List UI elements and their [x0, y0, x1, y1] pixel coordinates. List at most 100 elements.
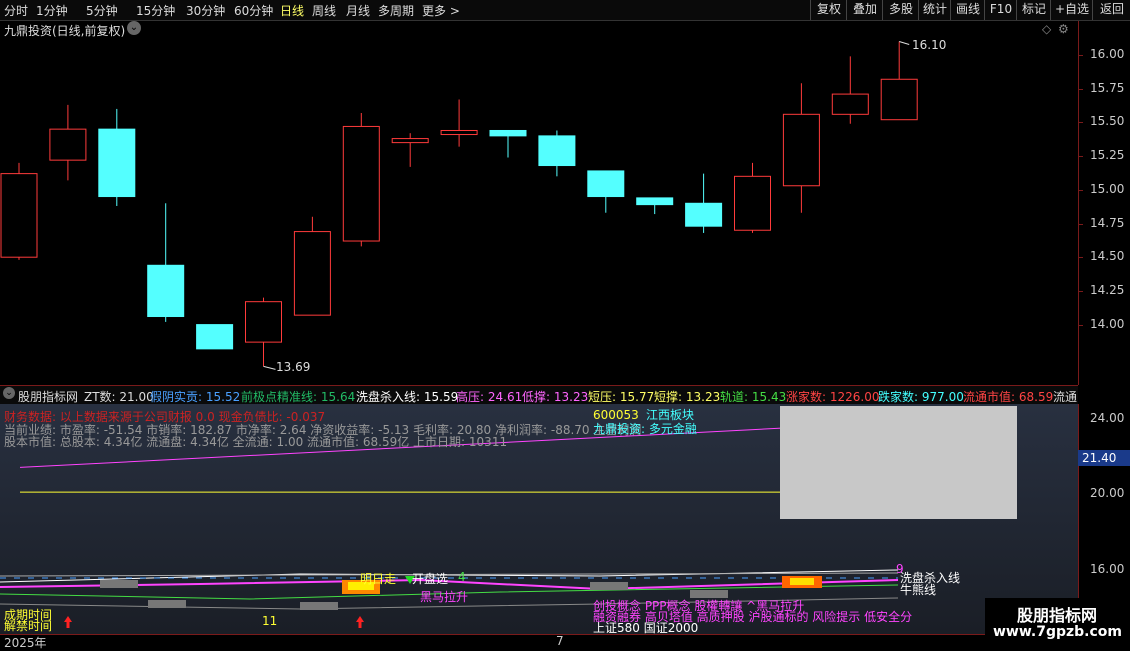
buy-arrow	[64, 616, 72, 628]
indicator-liutong: 流通	[1053, 390, 1078, 404]
price-axis-label: 14.75	[1090, 215, 1125, 230]
candle-body	[196, 324, 234, 350]
indicator-axis-label-24: 24.00	[1090, 411, 1125, 425]
signal-4: 4	[458, 570, 466, 584]
indicator-xipan: 洗盘杀入线: 15.59	[356, 390, 459, 404]
price-axis-tick	[1078, 257, 1083, 259]
candlestick-chart[interactable]	[0, 21, 1078, 385]
price-axis-tick	[1078, 290, 1083, 292]
line-label-niuxiong: 牛熊线	[900, 583, 937, 597]
price-axis-label: 14.50	[1090, 249, 1125, 264]
stats-button[interactable]: 统计	[918, 0, 951, 20]
signal-mingri: 明日走	[360, 572, 397, 586]
current-value-badge: 21.40	[1078, 450, 1130, 466]
price-axis-label: 15.00	[1090, 181, 1125, 196]
indicator-guidao: 轨道: 15.43	[720, 390, 787, 404]
period-toolbar: 分时 1分钟 5分钟 15分钟 30分钟 60分钟 日线 周线 月线 多周期 更…	[0, 0, 1130, 21]
indicator-axis-label-20: 20.00	[1090, 486, 1125, 500]
f10-button[interactable]: F10	[984, 0, 1017, 20]
period-tab-weekly[interactable]: 周线	[312, 2, 336, 19]
indicator-zhangjiashu: 涨家数: 1226.00	[786, 390, 880, 404]
price-axis-tick	[1078, 324, 1083, 326]
fuquan-button[interactable]: 复权	[810, 0, 847, 20]
ma-line	[0, 572, 899, 577]
price-axis-tick	[1078, 122, 1083, 124]
period-tab-15min[interactable]: 15分钟	[136, 2, 175, 19]
signal-kaipan: 开盘选	[412, 572, 449, 586]
multi-stock-button[interactable]: 多股	[882, 0, 919, 20]
indicator-gaoya: 高压: 24.61	[456, 390, 523, 404]
indicator-duancheng: 短撑: 13.23	[654, 390, 721, 404]
price-axis-tick	[1078, 223, 1083, 225]
candle-body	[880, 78, 918, 121]
candle-body	[49, 128, 87, 161]
candle-body	[587, 170, 625, 198]
watermark-url: www.7gpzb.com	[993, 624, 1123, 640]
low-price-label: 13.69	[276, 360, 311, 374]
jiejin-time-label[interactable]: 解禁时间	[4, 617, 52, 634]
date-axis	[0, 634, 985, 651]
price-axis-tick	[1078, 88, 1083, 90]
date-axis-tick-7: 7	[556, 634, 564, 648]
period-tab-1min[interactable]: 1分钟	[36, 2, 68, 19]
candle-body	[440, 129, 478, 136]
price-axis-label: 14.00	[1090, 316, 1125, 331]
indicator-jiayin: 假阴实贡: 15.52	[150, 390, 241, 404]
candle-body	[293, 231, 331, 316]
price-axis-label: 14.25	[1090, 282, 1125, 297]
candle-body	[685, 202, 723, 227]
mark-button[interactable]: 标记	[1016, 0, 1051, 20]
price-axis-tick	[1078, 189, 1083, 191]
period-tab-30min[interactable]: 30分钟	[186, 2, 225, 19]
indicator-name[interactable]: 股朋指标网	[18, 388, 78, 405]
volume-block	[100, 580, 138, 588]
price-axis-label: 15.50	[1090, 114, 1125, 129]
signal-heima: 黑马拉升	[420, 590, 469, 604]
candle-body	[782, 113, 820, 187]
period-tab-multi[interactable]: 多周期	[378, 2, 414, 19]
hot-zone-core	[790, 578, 814, 585]
indicator-duanya: 短压: 15.77	[588, 390, 655, 404]
low-pointer	[263, 365, 276, 370]
collapse-icon[interactable]: ⌄	[3, 387, 15, 399]
candle-body	[391, 138, 429, 144]
volume-block	[300, 602, 338, 610]
high-price-label: 16.10	[912, 38, 947, 52]
indicator-axis-label-16: 16.00	[1090, 562, 1125, 576]
indicator-diejiashu: 跌家数: 977.00	[878, 390, 964, 404]
period-tab-more[interactable]: 更多 >	[422, 2, 460, 19]
price-axis-label: 16.00	[1090, 47, 1125, 61]
period-tab-monthly[interactable]: 月线	[346, 2, 370, 19]
watermark-box: 股朋指标网 www.7gpzb.com	[985, 598, 1130, 650]
candle-body	[831, 93, 869, 115]
period-tab-daily[interactable]: 日线	[280, 2, 304, 19]
candle-body	[734, 175, 771, 231]
price-axis-tick	[1078, 156, 1083, 158]
candle-body	[98, 128, 136, 198]
price-axis-tick	[1078, 55, 1083, 56]
candle-body	[489, 129, 527, 137]
period-tab-fenshi[interactable]: 分时	[4, 2, 28, 19]
stock-industry: 九鼎投资: 多元金融	[593, 422, 697, 436]
indicator-zt-count: ZT数: 21.00	[84, 390, 154, 404]
overlay-button[interactable]: 叠加	[846, 0, 883, 20]
add-watchlist-button[interactable]: +自选	[1050, 0, 1093, 20]
candle-body	[636, 197, 674, 206]
equity-info-line: 股本市值: 总股本: 4.34亿 流通盘: 4.34亿 全流通: 1.00 流通…	[4, 435, 508, 449]
draw-line-button[interactable]: 画线	[950, 0, 985, 20]
price-axis-label: 15.75	[1090, 80, 1125, 95]
candle-body	[147, 264, 185, 318]
buy-arrow	[356, 616, 364, 628]
volume-block	[590, 582, 628, 590]
price-axis-label: 15.25	[1090, 148, 1125, 163]
volume-block	[148, 600, 186, 608]
high-pointer	[899, 41, 910, 45]
watermark-title: 股朋指标网	[1017, 606, 1098, 625]
indicator-header: ⌄ 股朋指标网 ZT数: 21.00 假阴实贡: 15.52 前极点精准线: 1…	[0, 385, 1078, 405]
candle-body	[342, 125, 380, 242]
indicator-liutong-shizhi: 流通市值: 68.59	[963, 390, 1054, 404]
period-tab-5min[interactable]: 5分钟	[86, 2, 118, 19]
period-tab-60min[interactable]: 60分钟	[234, 2, 273, 19]
back-button[interactable]: 返回	[1092, 0, 1130, 20]
indicator-dicheng: 低撑: 13.23	[522, 390, 589, 404]
